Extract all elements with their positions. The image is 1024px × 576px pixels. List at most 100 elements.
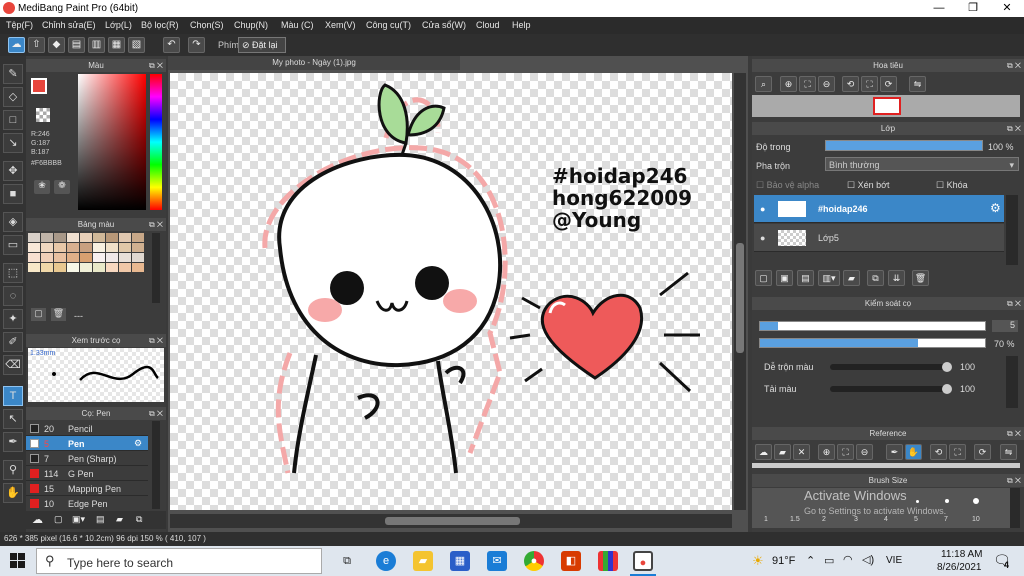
cloud-icon[interactable]: ☁ [8, 37, 25, 53]
mail-icon[interactable]: ✉ [487, 551, 507, 571]
cloud-brush-icon[interactable]: ☁ [32, 513, 43, 526]
bucket-tool-icon[interactable]: ◈ [3, 212, 23, 232]
layer-row-selected[interactable]: ● #hoidap246 ⚙ [754, 195, 1004, 223]
canvas-horizontal-scrollbar[interactable] [170, 514, 732, 528]
operation-tool-icon[interactable]: ↖ [3, 409, 23, 429]
panel-pin-icon[interactable]: ⧉ ✕ [149, 218, 163, 231]
menu-window[interactable]: Cửa sổ(W) [422, 20, 466, 30]
panel-pin-icon[interactable]: ⧉ ✕ [1007, 122, 1021, 135]
cloud-ref-icon[interactable]: ☁ [755, 444, 772, 460]
transparent-swatch[interactable] [36, 108, 50, 122]
size-cell[interactable]: 10 [972, 516, 980, 523]
volume-icon[interactable]: ◁) [862, 553, 874, 566]
eraser-tool-icon[interactable]: ◇ [3, 87, 23, 107]
note-icon[interactable]: ▥ [88, 37, 105, 53]
lasso-icon[interactable]: ◌ [3, 286, 23, 306]
color-picker-square[interactable] [78, 74, 146, 210]
menu-select[interactable]: Chọn(S) [190, 20, 224, 30]
menu-help[interactable]: Help [512, 20, 531, 30]
share-icon[interactable]: ⇧ [28, 37, 45, 53]
taskbar-search-box[interactable]: ⚲ Type here to search [36, 548, 322, 574]
menu-color[interactable]: Màu (C) [281, 20, 314, 30]
menu-capture[interactable]: Chụp(N) [234, 20, 268, 30]
edge-icon[interactable]: e [376, 551, 396, 571]
palette-swatch-grid[interactable] [28, 233, 150, 281]
reference-view[interactable] [752, 463, 1020, 468]
drawing-canvas[interactable]: #hoidap246 hong622009 @Young [170, 73, 732, 510]
redo-icon[interactable]: ↷ [188, 37, 205, 53]
brush-size-value[interactable]: 5 [992, 320, 1018, 332]
panel-pin-icon[interactable]: ⧉ ✕ [149, 59, 163, 72]
fill-rect-tool-icon[interactable]: ■ [3, 184, 23, 204]
network-icon[interactable]: ▭ [824, 554, 834, 567]
menu-view[interactable]: Xem(V) [325, 20, 356, 30]
navigator-preview[interactable] [752, 95, 1020, 117]
clock-date[interactable]: 8/26/2021 [937, 562, 982, 573]
brush-tool-icon[interactable]: ✎ [3, 64, 23, 84]
fullscreen-icon[interactable]: ⛶ [861, 76, 878, 92]
brush-row[interactable]: 114 G Pen [26, 466, 148, 481]
brush-control-scrollbar[interactable] [1006, 356, 1018, 408]
blend-dropdown[interactable]: Bình thường ▾ [825, 157, 1019, 171]
reset-button[interactable]: ⊘ Đặt lại [238, 37, 286, 53]
shape-tool-icon[interactable]: □ [3, 110, 23, 130]
office-icon[interactable]: ◧ [561, 551, 581, 571]
new-1bit-layer-icon[interactable]: ▤ [797, 270, 814, 286]
size-cell[interactable]: 1 [764, 516, 768, 523]
ref-dropper-icon[interactable]: ✒ [886, 444, 903, 460]
reset-rotate-icon[interactable]: ⟳ [880, 76, 897, 92]
hand-tool-icon[interactable]: ✋ [3, 483, 23, 503]
mix-knob[interactable] [942, 362, 952, 372]
merge-layer-icon[interactable]: ⇊ [888, 270, 905, 286]
chrome-icon[interactable]: ● [524, 551, 544, 571]
hscroll-thumb[interactable] [385, 517, 520, 525]
protect-alpha-checkbox[interactable]: ☐ Bảo vệ alpha [756, 180, 819, 191]
new-palette-icon[interactable]: ▢ [31, 308, 46, 321]
palette-icon[interactable]: ❀ [34, 180, 50, 194]
chat-icon[interactable]: ▤ [68, 37, 85, 53]
layer-row[interactable]: ● Lớp5 [754, 224, 1004, 252]
brush-size-scrollbar[interactable] [1010, 488, 1020, 528]
menu-file[interactable]: Tệp(F) [6, 20, 33, 30]
select-rect-icon[interactable]: ⬚ [3, 263, 23, 283]
panel-pin-icon[interactable]: ⧉ ✕ [1007, 427, 1021, 440]
main-color-swatch[interactable] [31, 78, 47, 94]
rotate-icon[interactable]: ⟲ [842, 76, 859, 92]
navigator-viewport[interactable] [873, 97, 901, 115]
vscroll-thumb[interactable] [736, 243, 744, 353]
add-layer-menu-icon[interactable]: ▥▾ [818, 270, 840, 286]
clock-time[interactable]: 11:18 AM [941, 549, 983, 560]
ref-fit-icon[interactable]: ⛶ [837, 444, 854, 460]
new-halftone-layer-icon[interactable]: ▣ [776, 270, 793, 286]
select-eraser-icon[interactable]: ⌫ [3, 355, 23, 375]
weather-icon[interactable]: ☀ [752, 553, 764, 569]
ref-reset-icon[interactable]: ⟳ [974, 444, 991, 460]
gear-icon[interactable]: ⚙ [134, 438, 142, 449]
menu-filter[interactable]: Bộ lọc(R) [141, 20, 179, 30]
select-pen-icon[interactable]: ✐ [3, 332, 23, 352]
duplicate-icon[interactable]: ⧉ [136, 514, 142, 525]
panel-pin-icon[interactable]: ⧉ ✕ [1007, 297, 1021, 310]
size-cell[interactable]: 1.5 [790, 516, 800, 523]
minimize-button[interactable]: — [922, 0, 956, 17]
menu-tools[interactable]: Công cụ(T) [366, 20, 411, 30]
grid-icon[interactable]: ▦ [108, 37, 125, 53]
duplicate-layer-icon[interactable]: ⧉ [867, 270, 884, 286]
eye-icon[interactable]: ● [760, 204, 765, 214]
panel-pin-icon[interactable]: ⧉ ✕ [149, 407, 163, 420]
opacity-bar[interactable] [825, 140, 983, 151]
ref-hand-icon[interactable]: ✋ [905, 444, 922, 460]
size-cell[interactable]: 4 [884, 516, 888, 523]
size-cell[interactable]: 5 [914, 516, 918, 523]
brush-settings-icon[interactable]: ▤ [96, 514, 105, 525]
move-tool-icon[interactable]: ✥ [3, 161, 23, 181]
wifi-icon[interactable]: ◠ [843, 553, 853, 566]
lock-checkbox[interactable]: ☐ Khóa [936, 180, 968, 191]
open-ref-icon[interactable]: ▰ [774, 444, 791, 460]
brush-row[interactable]: 15 Mapping Pen [26, 481, 148, 496]
size-cell[interactable]: 3 [854, 516, 858, 523]
mix-slider[interactable] [830, 362, 952, 372]
menu-layer[interactable]: Lớp(L) [105, 20, 132, 30]
undo-icon[interactable]: ↶ [163, 37, 180, 53]
delete-palette-icon[interactable]: 🗑 [51, 308, 66, 321]
